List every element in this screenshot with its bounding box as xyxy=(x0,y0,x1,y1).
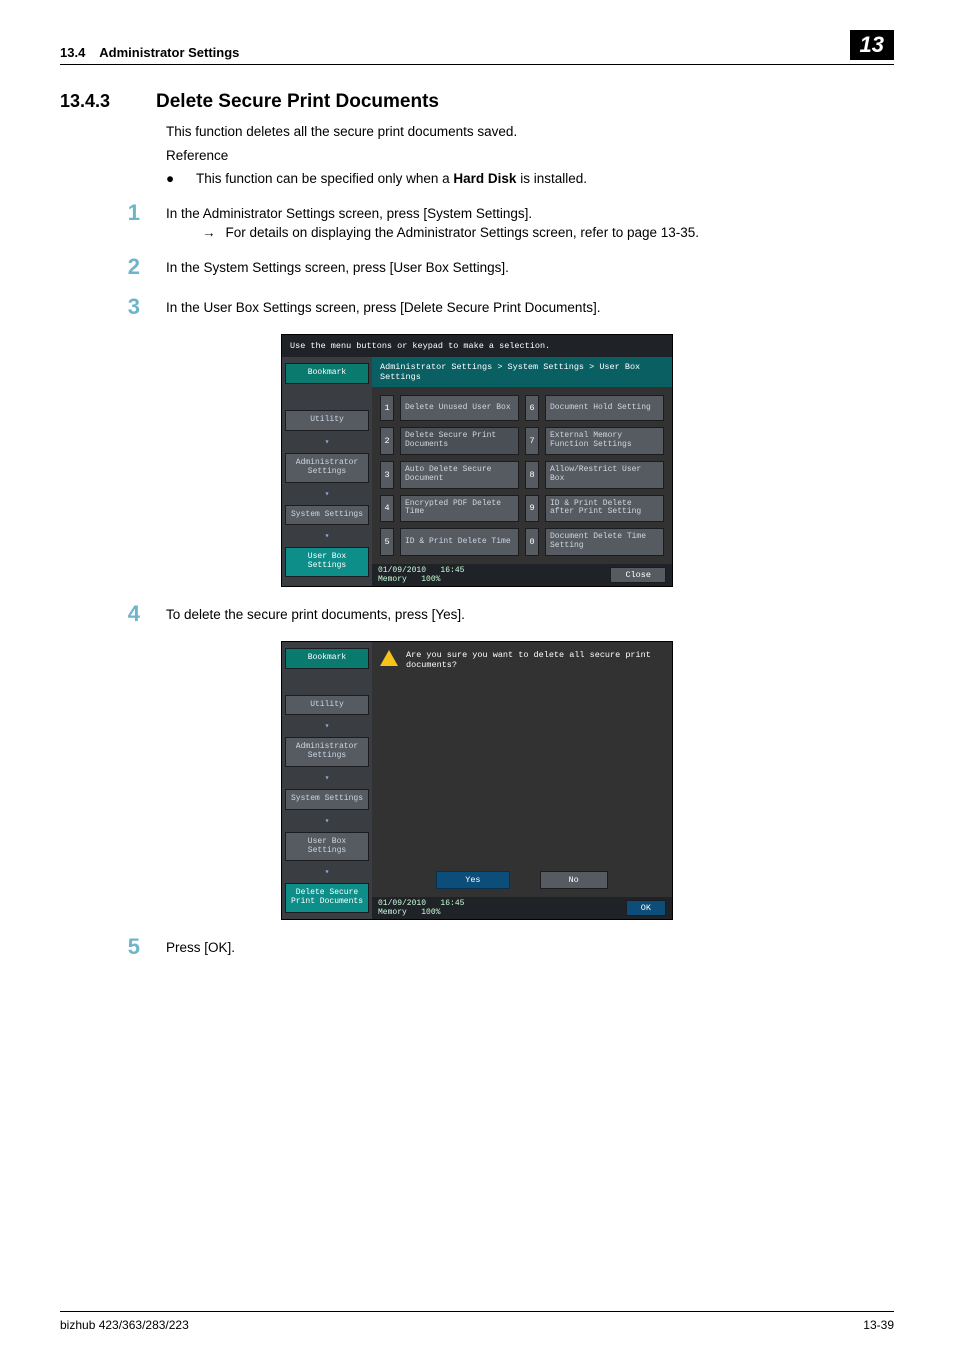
delete-secure-print-documents-button[interactable]: Delete Secure Print Documents xyxy=(285,883,369,913)
step-5-text: Press [OK]. xyxy=(166,934,894,960)
status-date: 01/09/2010 xyxy=(378,566,426,575)
status-memory-value: 100% xyxy=(421,575,440,584)
status-memory-label: Memory xyxy=(378,575,407,584)
menu-delete-secure-print-documents[interactable]: Delete Secure Print Documents xyxy=(400,427,519,455)
nav-arrow-icon: ▾ xyxy=(285,773,369,783)
breadcrumb: Administrator Settings > System Settings… xyxy=(372,357,672,387)
step-number-3: 3 xyxy=(120,294,140,320)
utility-button[interactable]: Utility xyxy=(285,695,369,716)
screenshot-user-box-settings: Use the menu buttons or keypad to make a… xyxy=(281,334,673,586)
status-info: 01/09/2010 16:45 Memory 100% xyxy=(378,566,464,584)
side-nav: Bookmark Utility ▾ Administrator Setting… xyxy=(282,357,372,585)
nav-arrow-icon: ▾ xyxy=(285,721,369,731)
user-box-settings-button[interactable]: User Box Settings xyxy=(285,832,369,862)
step-1-subtext: For details on displaying the Administra… xyxy=(226,225,700,240)
step-4-text: To delete the secure print documents, pr… xyxy=(166,601,894,627)
menu-id-print-delete-time[interactable]: ID & Print Delete Time xyxy=(400,528,519,556)
running-header: 13.4 Administrator Settings 13 xyxy=(60,30,894,65)
menu-encrypted-pdf-delete-time[interactable]: Encrypted PDF Delete Time xyxy=(400,495,519,523)
side-nav: Bookmark Utility ▾ Administrator Setting… xyxy=(282,642,372,919)
menu-document-delete-time-setting[interactable]: Document Delete Time Setting xyxy=(545,528,664,556)
chapter-chip: 13 xyxy=(850,30,894,60)
status-date: 01/09/2010 xyxy=(378,899,426,908)
ok-button[interactable]: OK xyxy=(626,900,666,916)
step-number-1: 1 xyxy=(120,200,140,240)
warning-icon xyxy=(380,650,398,666)
arrow-icon: → xyxy=(202,225,216,240)
nav-arrow-icon: ▾ xyxy=(285,437,369,447)
admin-settings-button[interactable]: Administrator Settings xyxy=(285,453,369,483)
menu-id-print-delete-after-print[interactable]: ID & Print Delete after Print Setting xyxy=(545,495,664,523)
bullet-text-post: is installed. xyxy=(516,171,587,186)
utility-button[interactable]: Utility xyxy=(285,410,369,431)
screenshot-confirm-delete: Bookmark Utility ▾ Administrator Setting… xyxy=(281,641,673,920)
menu-document-hold-setting[interactable]: Document Hold Setting xyxy=(545,395,664,421)
subsection-title: Delete Secure Print Documents xyxy=(156,91,439,113)
step-number-4: 4 xyxy=(120,601,140,627)
header-section-ref: 13.4 xyxy=(60,45,85,60)
yes-button[interactable]: Yes xyxy=(436,871,509,889)
step-number-2: 2 xyxy=(120,254,140,280)
page-footer: bizhub 423/363/283/223 13-39 xyxy=(60,1311,894,1332)
menu-delete-unused-user-box[interactable]: Delete Unused User Box xyxy=(400,395,519,421)
system-settings-button[interactable]: System Settings xyxy=(285,789,369,810)
footer-page-number: 13-39 xyxy=(863,1318,894,1332)
menu-key-3[interactable]: 3 xyxy=(380,461,394,489)
menu-key-8[interactable]: 8 xyxy=(525,461,539,489)
step-3-text: In the User Box Settings screen, press [… xyxy=(166,294,894,320)
status-memory-label: Memory xyxy=(378,908,407,917)
menu-key-2[interactable]: 2 xyxy=(380,427,394,455)
footer-model: bizhub 423/363/283/223 xyxy=(60,1318,189,1332)
nav-arrow-icon: ▾ xyxy=(285,531,369,541)
confirm-message: Are you sure you want to delete all secu… xyxy=(406,650,664,670)
step-number-5: 5 xyxy=(120,934,140,960)
status-time: 16:45 xyxy=(440,899,464,908)
system-settings-button[interactable]: System Settings xyxy=(285,505,369,526)
menu-key-0[interactable]: 0 xyxy=(525,528,539,556)
bullet-text-pre: This function can be specified only when… xyxy=(196,171,453,186)
menu-external-memory-function-settings[interactable]: External Memory Function Settings xyxy=(545,427,664,455)
menu-key-7[interactable]: 7 xyxy=(525,427,539,455)
bookmark-button[interactable]: Bookmark xyxy=(285,648,369,669)
nav-arrow-icon: ▾ xyxy=(285,867,369,877)
no-button[interactable]: No xyxy=(540,871,608,889)
nav-arrow-icon: ▾ xyxy=(285,489,369,499)
intro-text: This function deletes all the secure pri… xyxy=(166,123,894,141)
status-time: 16:45 xyxy=(440,566,464,575)
menu-auto-delete-secure-document[interactable]: Auto Delete Secure Document xyxy=(400,461,519,489)
menu-key-4[interactable]: 4 xyxy=(380,495,394,523)
menu-key-6[interactable]: 6 xyxy=(525,395,539,421)
bullet-text-bold: Hard Disk xyxy=(453,171,516,186)
subsection-number: 13.4.3 xyxy=(60,91,130,112)
status-memory-value: 100% xyxy=(421,908,440,917)
user-box-settings-button[interactable]: User Box Settings xyxy=(285,547,369,577)
menu-key-5[interactable]: 5 xyxy=(380,528,394,556)
menu-allow-restrict-user-box[interactable]: Allow/Restrict User Box xyxy=(545,461,664,489)
status-info: 01/09/2010 16:45 Memory 100% xyxy=(378,899,464,917)
reference-label: Reference xyxy=(166,147,894,165)
reference-bullet: ● This function can be specified only wh… xyxy=(166,171,894,186)
menu-key-9[interactable]: 9 xyxy=(525,495,539,523)
nav-arrow-icon: ▾ xyxy=(285,816,369,826)
admin-settings-button[interactable]: Administrator Settings xyxy=(285,737,369,767)
step-2-text: In the System Settings screen, press [Us… xyxy=(166,254,894,280)
header-section-title: Administrator Settings xyxy=(99,45,239,60)
bullet-icon: ● xyxy=(166,171,172,186)
menu-key-1[interactable]: 1 xyxy=(380,395,394,421)
step-1-text: In the Administrator Settings screen, pr… xyxy=(166,206,894,221)
bookmark-button[interactable]: Bookmark xyxy=(285,363,369,384)
close-button[interactable]: Close xyxy=(610,567,666,583)
panel-instruction: Use the menu buttons or keypad to make a… xyxy=(282,335,672,357)
